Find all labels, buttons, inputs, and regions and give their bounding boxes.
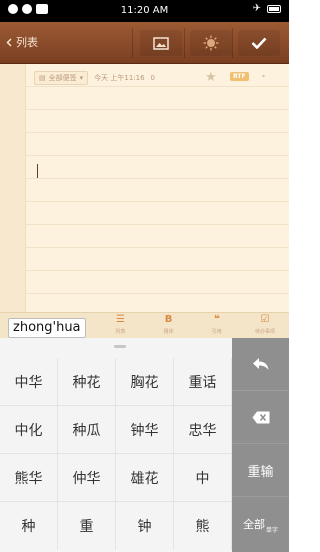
candidate[interactable]: 中: [174, 454, 232, 502]
candidate[interactable]: 中华: [0, 358, 58, 406]
text-cursor: [37, 164, 38, 178]
toolbar-divider: [184, 28, 185, 58]
candidate[interactable]: 钟华: [116, 406, 174, 454]
back-label: 列表: [16, 36, 38, 49]
candidate[interactable]: 种瓜: [58, 406, 116, 454]
bold-button[interactable]: B 粗体: [145, 313, 193, 338]
insert-image-button[interactable]: [140, 30, 182, 56]
candidate[interactable]: 中化: [0, 406, 58, 454]
note-toolbar: 列表: [0, 22, 289, 64]
ime-side-keys: 重输 全部 单字: [232, 338, 289, 552]
dropdown-icon: ▾: [79, 74, 84, 82]
candidate[interactable]: 忠华: [174, 406, 232, 454]
reinput-key[interactable]: 重输: [232, 444, 289, 497]
candidate[interactable]: 熊: [174, 502, 232, 550]
note-editor[interactable]: ▤ 全部便签 ▾ 今天 上午11:16 0 ★ RTF ▾: [0, 64, 289, 312]
candidate[interactable]: 胸花: [116, 358, 174, 406]
quote-button[interactable]: ❝ 引用: [193, 313, 241, 338]
format-dropdown-icon[interactable]: ▾: [262, 73, 265, 80]
list-icon: ☰: [115, 313, 125, 325]
all-candidates-key[interactable]: 全部 单字: [232, 497, 289, 550]
expand-handle[interactable]: [114, 345, 126, 348]
all-label: 全部: [242, 517, 265, 531]
candidate[interactable]: 钟: [116, 502, 174, 550]
status-bar: 11:20 AM ✈: [0, 0, 289, 22]
backspace-icon: [252, 411, 269, 423]
toolbar-divider: [232, 28, 233, 58]
candidate[interactable]: 雄花: [116, 454, 174, 502]
rtf-format-badge[interactable]: RTF: [230, 72, 249, 81]
note-date: 今天 上午11:16: [94, 74, 145, 82]
back-button[interactable]: 列表: [6, 34, 38, 50]
format-label: 待办事项: [254, 328, 275, 335]
bold-icon: B: [164, 313, 173, 325]
battery-icon: [267, 5, 281, 13]
checkmark-icon: [251, 37, 267, 49]
format-label: 列表: [115, 328, 126, 335]
candidate[interactable]: 重话: [174, 358, 232, 406]
candidate[interactable]: 种花: [58, 358, 116, 406]
todo-button[interactable]: ☑ 待办事项: [241, 313, 289, 338]
status-time: 11:20 AM: [120, 5, 169, 16]
toolbar-divider: [132, 28, 133, 58]
image-icon: [153, 36, 169, 50]
paper-margin: [0, 64, 26, 312]
quote-icon: ❝: [213, 313, 220, 325]
delete-key[interactable]: [232, 391, 289, 444]
checkbox-icon: ☑: [260, 313, 270, 325]
theme-button[interactable]: [190, 30, 232, 56]
single-char-label: 单字: [265, 527, 278, 534]
note-meta: ▤ 全部便签 ▾ 今天 上午11:16 0: [34, 70, 155, 86]
format-label: 引用: [211, 328, 222, 335]
notebook-icon: ▤: [39, 74, 46, 82]
return-key[interactable]: [232, 338, 289, 391]
candidate-grid: 中华 种花 胸花 重话 中化 种瓜 钟华 忠华 熊华 仲华 雄花 中 种 重 钟…: [0, 358, 232, 552]
word-count: 0: [150, 74, 156, 82]
notebook-selector[interactable]: ▤ 全部便签 ▾: [34, 71, 89, 85]
ime-composition: zhong'hua: [8, 318, 86, 338]
star-icon[interactable]: ★: [205, 70, 217, 85]
list-button[interactable]: ☰ 列表: [96, 313, 144, 338]
candidate[interactable]: 熊华: [0, 454, 58, 502]
sun-icon: [203, 35, 219, 51]
ime-keyboard: 中华 种花 胸花 重话 中化 种瓜 钟华 忠华 熊华 仲华 雄花 中 种 重 钟…: [0, 338, 289, 552]
candidate[interactable]: 种: [0, 502, 58, 550]
candidate[interactable]: 重: [58, 502, 116, 550]
format-label: 粗体: [163, 328, 174, 335]
return-arrow-icon: [252, 358, 268, 370]
chevron-left-icon: [6, 37, 12, 47]
airplane-mode-icon: ✈: [252, 3, 261, 14]
notebook-name: 全部便签: [48, 74, 77, 82]
done-button[interactable]: [238, 30, 280, 56]
candidate[interactable]: 仲华: [58, 454, 116, 502]
status-icons-right: ✈: [253, 4, 281, 14]
